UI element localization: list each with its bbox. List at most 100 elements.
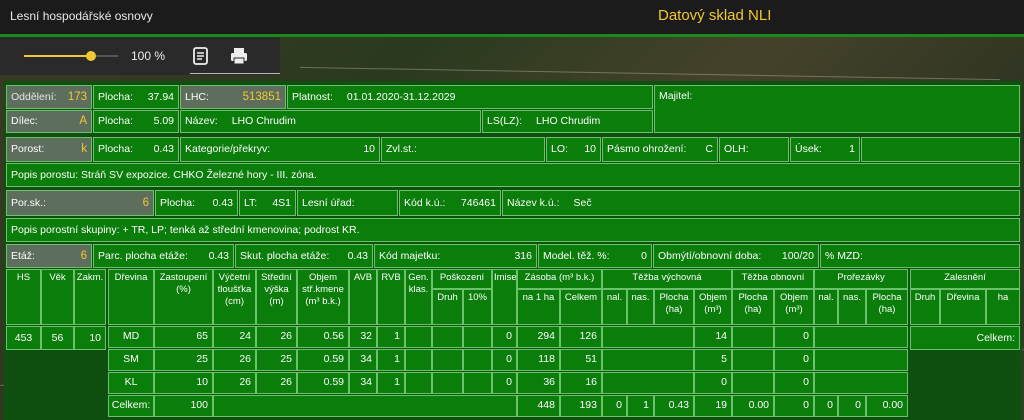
pr-empty-cell [814,326,908,348]
lesni-urad-cell: Lesní úřad: [297,190,398,216]
na1ha-cell: 294 [517,326,560,348]
kategorie-cell: Kategorie/překryv: 10 [180,137,380,162]
map-toolbar: 100 % [0,37,280,75]
gen-klas-header: Gen. klas. [405,269,432,325]
p10-header: 10% [463,289,492,325]
total-pr-nas: 0 [838,395,866,417]
rvb-cell: 1 [377,372,405,394]
lo-cell: LO: 10 [546,137,601,162]
total-to-objem: 0 [774,395,814,417]
zasoba-celkem-cell: 51 [560,349,602,371]
majitel-cell: Majitel: [654,85,1020,133]
zakm-header: Zakm. [74,269,106,325]
zastoupeni-header: Zastoupení (%) [154,269,213,325]
tv-objem-header: Objem (m³) [694,289,732,325]
zal-celkem-cell: Celkem: [910,326,1020,350]
vek-header: Věk [41,269,74,325]
druh-header: Druh [432,289,463,325]
rvb-cell: 1 [377,349,405,371]
pr-empty-cell [814,349,908,371]
stredni-cell: 26 [256,326,297,348]
drevina-header: Dřevina [108,269,154,325]
tezba-vychovna-header: Těžba výchovná [602,269,732,289]
vycetni-cell: 26 [213,372,256,394]
olh-cell: OLH: [719,137,789,162]
to-objem-cell: 0 [774,349,814,371]
notes-icon[interactable] [190,45,212,67]
total-pr-plocha: 0.00 [866,395,908,417]
objem-cell: 0.59 [297,349,349,371]
total-tv-objem: 19 [694,395,732,417]
tv-nal-header: nal. [602,289,627,325]
gen-cell [405,349,432,371]
drevina-cell: MD [108,326,154,348]
nazev-ku-cell: Název k.ú.: Seč [502,190,1020,216]
zoom-label: 100 % [131,49,166,63]
tv-objem-cell: 0 [694,372,732,394]
zoom-slider-fill [24,55,92,57]
ls-cell: LS(LZ): LHO Chrudim [482,110,653,133]
oddeleni-value: 173 [67,91,87,103]
zastoupeni-cell: 65 [154,326,213,348]
zoom-slider[interactable] [24,51,118,61]
empty-cell [861,137,1020,162]
imise-cell: 0 [492,372,517,394]
total-tv-plocha: 0.43 [654,395,694,417]
objem-header: Objem stř.kmene (m³ b.k.) [297,269,349,325]
total-zastoupeni: 100 [154,395,213,417]
total-pr-nal: 0 [814,395,838,417]
kod-ku-cell: Kód k.ú.: 746461 [399,190,501,216]
vycetni-cell: 24 [213,326,256,348]
na1ha-cell: 36 [517,372,560,394]
zasoba-celkem-header: Celkem [560,289,602,325]
vycetni-header: Výčetní tloušťka (cm) [213,269,256,325]
total-to-plocha: 0.00 [732,395,774,417]
print-icon[interactable] [228,45,250,67]
stredni-cell: 25 [256,349,297,371]
to-objem-cell: 0 [774,372,814,394]
zal-ha-header: ha [986,289,1020,325]
to-objem-header: Objem (m³) [774,289,814,325]
gen-cell [405,326,432,348]
lhc-value: 513851 [242,91,281,103]
brand-title: Datový sklad NLI [658,7,772,24]
zoom-slider-thumb[interactable] [86,51,97,61]
hs-value: 453 [6,326,41,350]
popis-skupiny-cell: Popis porostní skupiny: + TR, LP; tenká … [6,218,1020,242]
tv-empty-cell [602,326,694,348]
tv-objem-cell: 5 [694,349,732,371]
imise-header: Imise [492,269,517,325]
drevina-cell: KL [108,372,154,394]
mzd-cell: % MZD: [820,244,1020,268]
app-header: Lesní hospodářské osnovy Datový sklad NL… [0,0,1024,34]
zasoba-header: Zásoba (m³ b.k.) [517,269,602,289]
objem-cell: 0.59 [297,372,349,394]
pr-plocha-header: Plocha (ha) [866,289,908,325]
oddeleni-cell: Oddělení: 173 [6,85,92,109]
zastoupeni-cell: 25 [154,349,213,371]
stredni-vyska-header: Střední výška (m) [256,269,297,325]
zalesneni-header: Zalesnění [910,269,1020,289]
parc-plocha-cell: Parc. plocha etáže: 0.43 [93,244,234,268]
plocha-cell: Plocha: 5.09 [93,110,179,133]
objem-cell: 0.56 [297,326,349,348]
tv-empty-cell [602,372,694,394]
to-plocha-header: Plocha (ha) [732,289,774,325]
na1ha-header: na 1 ha [517,289,560,325]
zakm-value: 10 [74,326,106,350]
pasmo-cell: Pásmo ohrožení: C [602,137,718,162]
avb-cell: 34 [349,349,377,371]
pr-nal-header: nal. [814,289,838,325]
na1ha-cell: 118 [517,349,560,371]
imise-cell: 0 [492,326,517,348]
p10-cell [463,349,492,371]
total-zasoba-celkem: 193 [560,395,602,417]
total-empty-cell [213,395,517,417]
porost-cell: Porost: k [6,137,92,162]
avb-cell: 32 [349,326,377,348]
druh-cell [432,372,463,394]
to-plocha-cell [732,326,774,348]
rvb-header: RVB [377,269,405,325]
skut-plocha-cell: Skut. plocha etáže: 0.43 [235,244,373,268]
tezba-obnovni-header: Těžba obnovní [732,269,814,289]
